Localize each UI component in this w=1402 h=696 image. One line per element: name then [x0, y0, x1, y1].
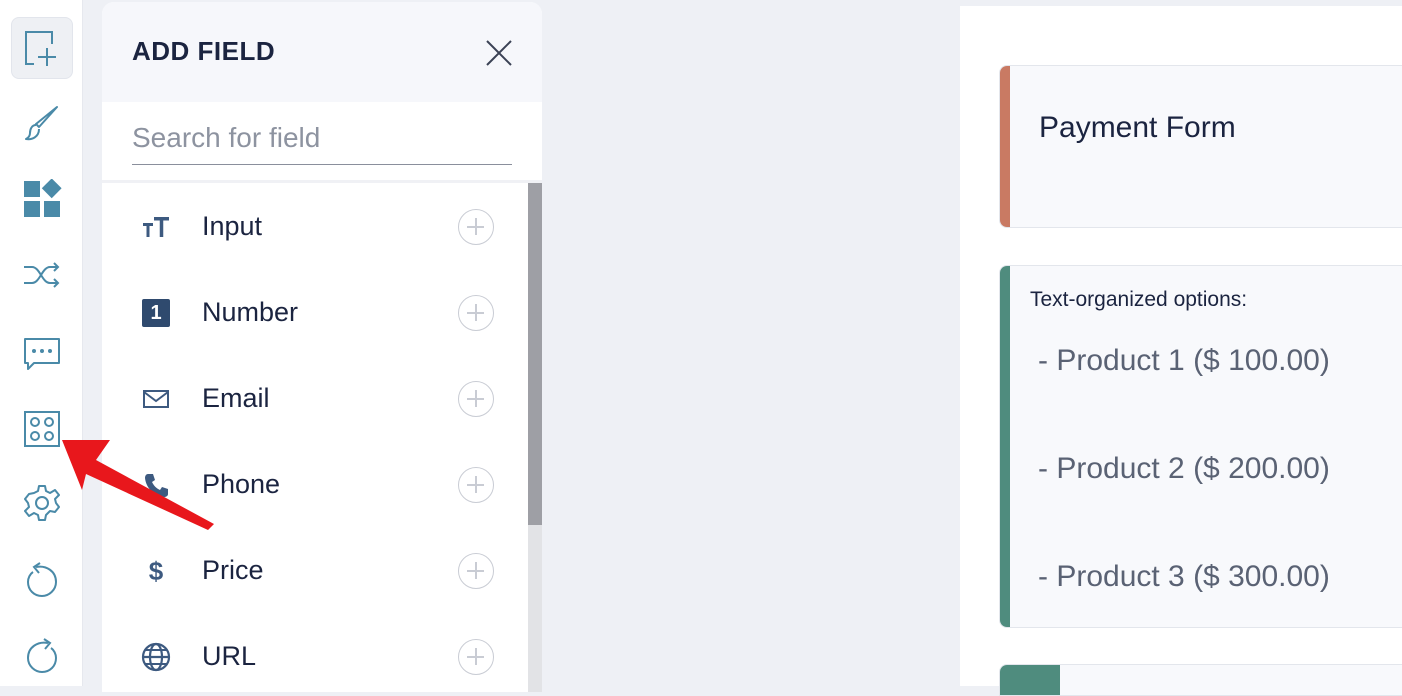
close-panel-button[interactable] — [482, 36, 516, 70]
gear-icon — [24, 485, 60, 521]
field-item-url[interactable]: URL — [102, 613, 528, 692]
add-price-button[interactable] — [458, 553, 494, 589]
field-item-email[interactable]: Email — [102, 355, 528, 441]
add-field-panel: ADD FIELD Input 1 — [102, 2, 542, 692]
panel-title: ADD FIELD — [132, 36, 276, 66]
search-input[interactable] — [132, 116, 512, 160]
field-item-phone[interactable]: Phone — [102, 441, 528, 527]
dollar-glyph: $ — [148, 555, 164, 586]
form-title: Payment Form — [1039, 111, 1236, 144]
option-item: - Product 1 ($ 100.00) — [1038, 344, 1330, 377]
field-item-input[interactable]: Input — [102, 183, 528, 269]
apps-tool-button[interactable] — [11, 398, 73, 460]
field-item-price[interactable]: $ Price — [102, 527, 528, 613]
add-number-button[interactable] — [458, 295, 494, 331]
logic-tool-button[interactable] — [11, 244, 73, 306]
option-item: - Product 3 ($ 300.00) — [1038, 560, 1330, 593]
design-tool-button[interactable] — [11, 92, 73, 154]
add-phone-button[interactable] — [458, 467, 494, 503]
field-list: Input 1 Number Email Phone $ Price URL — [102, 183, 528, 692]
next-card[interactable] — [999, 664, 1402, 696]
envelope-icon — [138, 381, 174, 417]
add-field-tool-button[interactable] — [11, 17, 73, 79]
globe-icon — [138, 639, 174, 675]
field-item-label: Input — [202, 211, 263, 241]
dollar-icon: $ — [138, 553, 174, 589]
field-item-number[interactable]: 1 Number — [102, 269, 528, 355]
add-input-button[interactable] — [458, 209, 494, 245]
scrollbar-thumb[interactable] — [528, 183, 542, 525]
widgets-icon — [24, 179, 62, 217]
close-icon — [486, 40, 512, 66]
title-card-accent — [1000, 66, 1010, 227]
option-item: - Product 2 ($ 200.00) — [1038, 452, 1330, 485]
field-item-label: Phone — [202, 469, 281, 499]
options-label: Text-organized options: — [1030, 288, 1248, 311]
undo-button[interactable] — [11, 548, 73, 610]
text-input-icon — [138, 209, 174, 245]
number-badge: 1 — [142, 299, 170, 327]
next-card-accent — [1000, 665, 1060, 695]
redo-icon — [26, 638, 58, 674]
add-email-button[interactable] — [458, 381, 494, 417]
settings-tool-button[interactable] — [11, 472, 73, 534]
messages-tool-button[interactable] — [11, 322, 73, 384]
left-toolbar — [0, 0, 83, 686]
brush-icon — [25, 106, 58, 141]
number-icon: 1 — [138, 295, 174, 331]
undo-icon — [26, 562, 58, 598]
redo-button[interactable] — [11, 624, 73, 686]
field-item-label: Number — [202, 297, 299, 327]
options-card-accent — [1000, 266, 1010, 627]
shuffle-icon — [24, 262, 60, 288]
message-icon — [24, 338, 60, 370]
field-item-label: Price — [202, 555, 264, 585]
widgets-tool-button[interactable] — [11, 168, 73, 230]
title-card[interactable]: Payment Form — [999, 65, 1402, 228]
search-field — [132, 116, 512, 165]
field-item-label: URL — [202, 641, 257, 671]
phone-icon — [138, 467, 174, 503]
add-url-button[interactable] — [458, 639, 494, 675]
field-item-label: Email — [202, 383, 270, 413]
apps-grid-icon — [24, 411, 60, 447]
options-card[interactable]: Text-organized options: - Product 1 ($ 1… — [999, 265, 1402, 628]
add-field-icon — [25, 31, 56, 66]
panel-header: ADD FIELD — [102, 2, 542, 102]
